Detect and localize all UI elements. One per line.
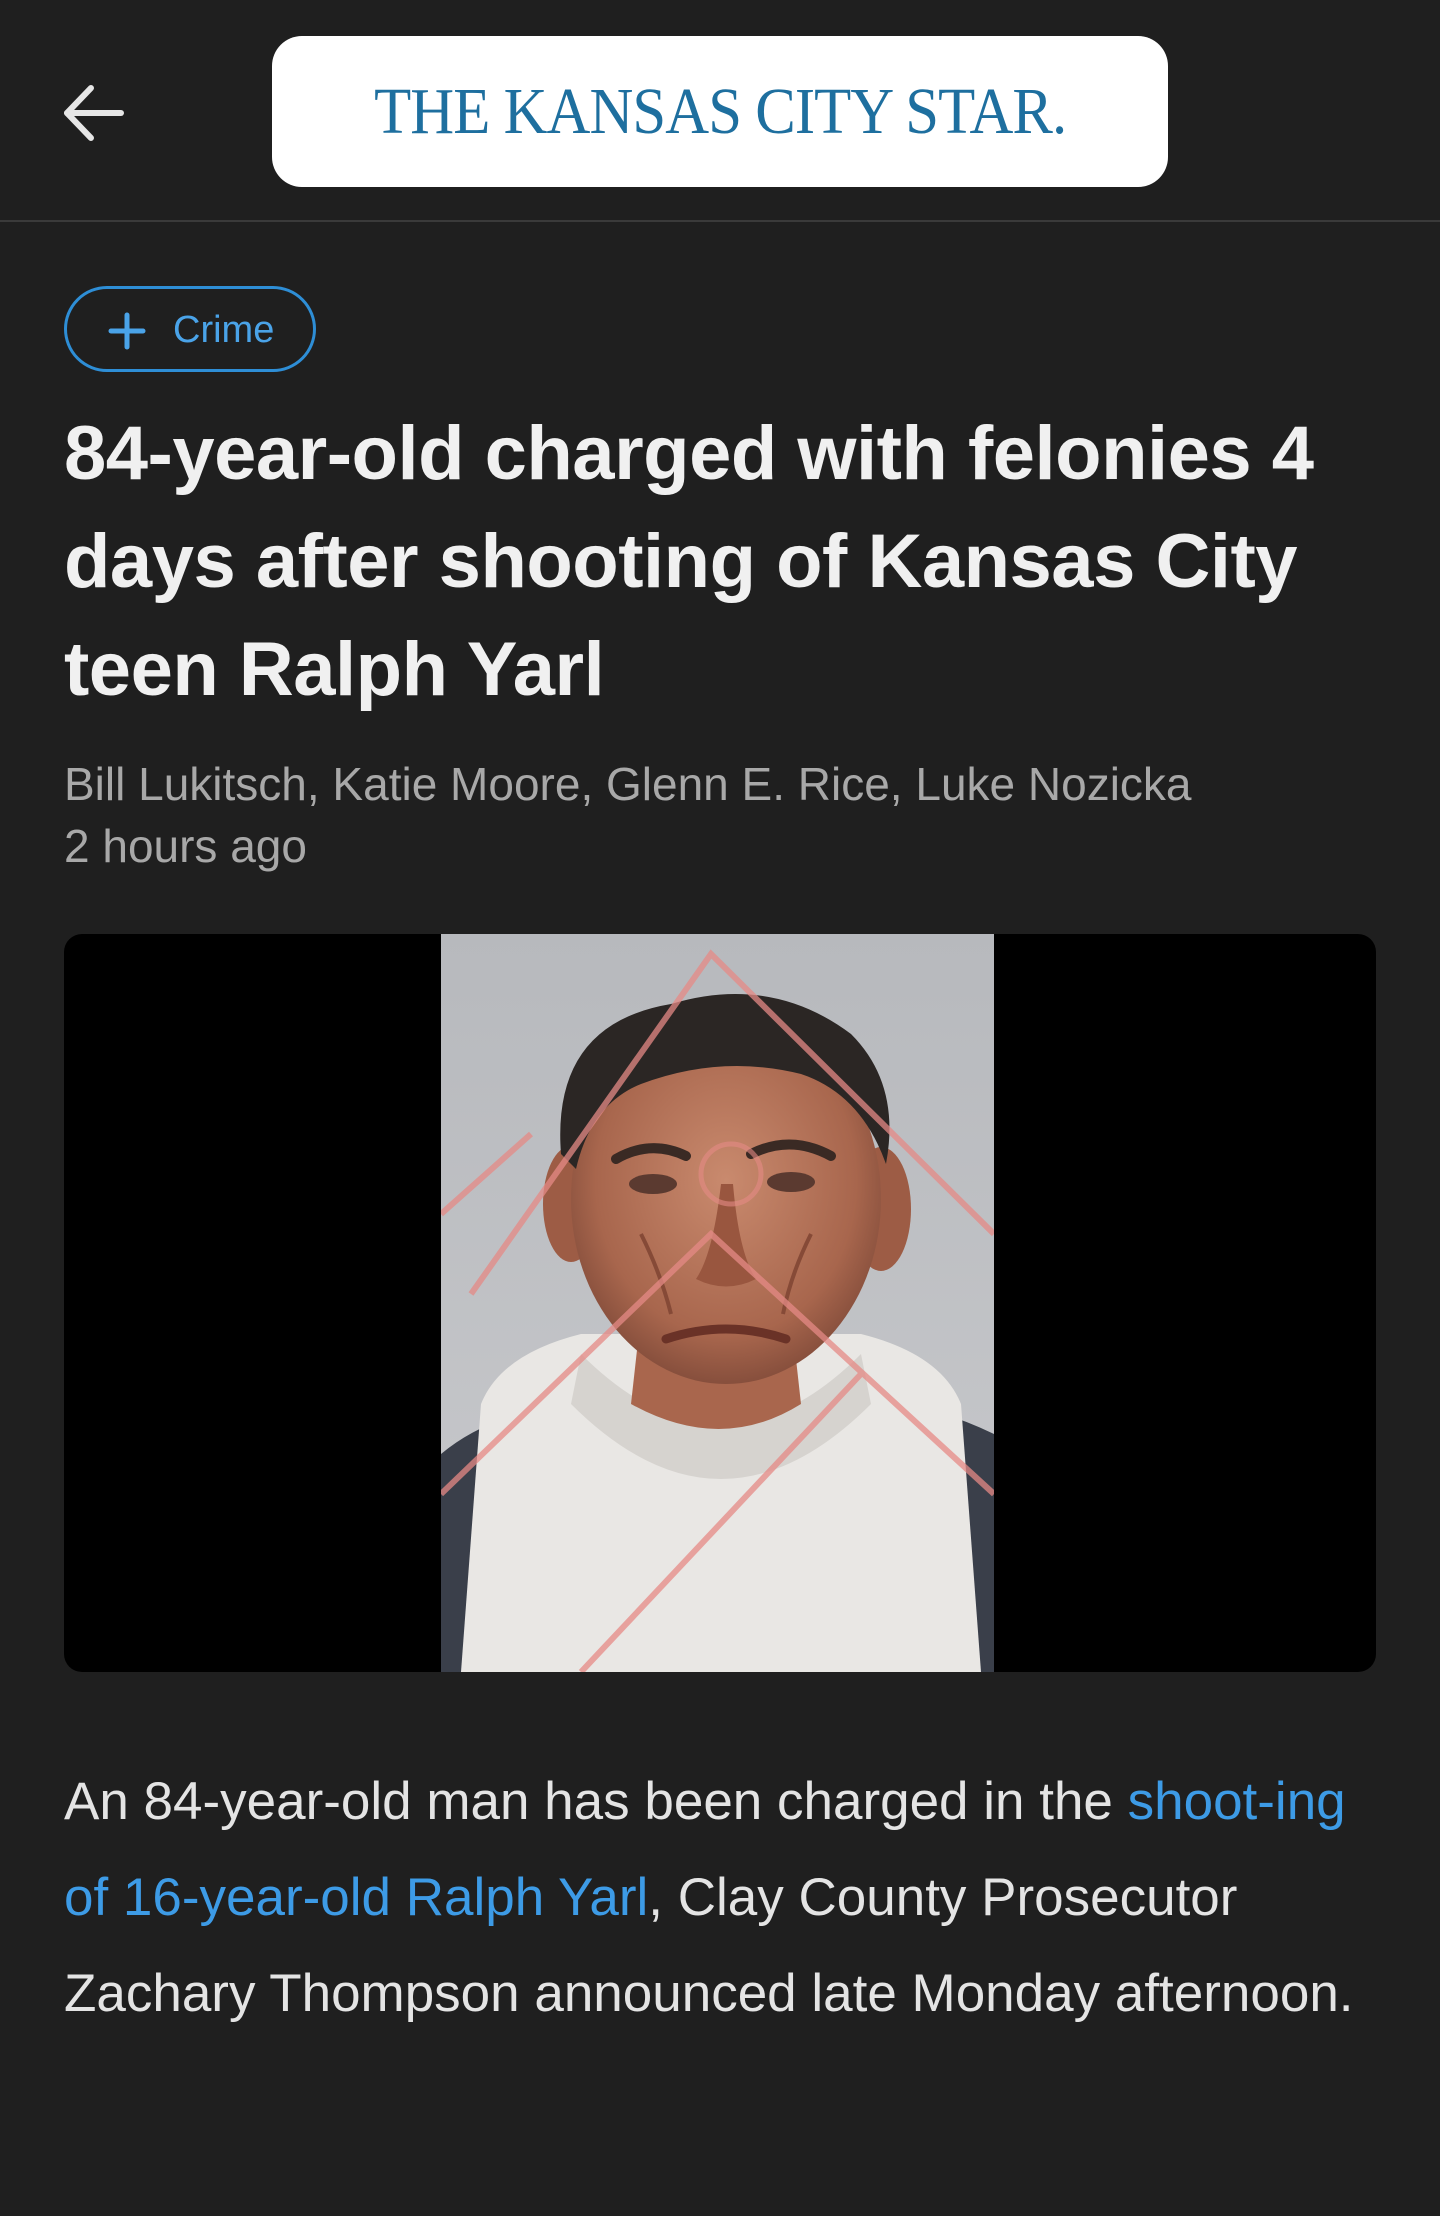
article-headline: 84-year-old charged with felonies 4 days… — [64, 411, 1314, 712]
publisher-logo-text: THE KANSAS CITY STAR. — [373, 74, 1067, 148]
article-image-container[interactable] — [64, 934, 1376, 1672]
article-timestamp: 2 hours ago — [64, 820, 307, 872]
article-photo — [438, 934, 997, 1672]
body-text-start: An 84-year-old man has been charged in t… — [64, 1772, 1128, 1831]
article-body-paragraph: An 84-year-old man has been charged in t… — [64, 1754, 1384, 2042]
publisher-logo[interactable]: THE KANSAS CITY STAR. — [272, 36, 1168, 187]
portrait-photo-illustration — [438, 934, 997, 1672]
follow-topic-crime-button[interactable]: Crime — [64, 286, 316, 372]
plus-icon — [108, 312, 146, 350]
back-button[interactable] — [54, 68, 134, 158]
article-byline: Bill Lukitsch, Katie Moore, Glenn E. Ric… — [64, 758, 1192, 810]
top-app-bar: THE KANSAS CITY STAR. — [0, 0, 1440, 222]
topic-label: Crime — [173, 309, 275, 351]
arrow-left-icon — [64, 85, 124, 141]
